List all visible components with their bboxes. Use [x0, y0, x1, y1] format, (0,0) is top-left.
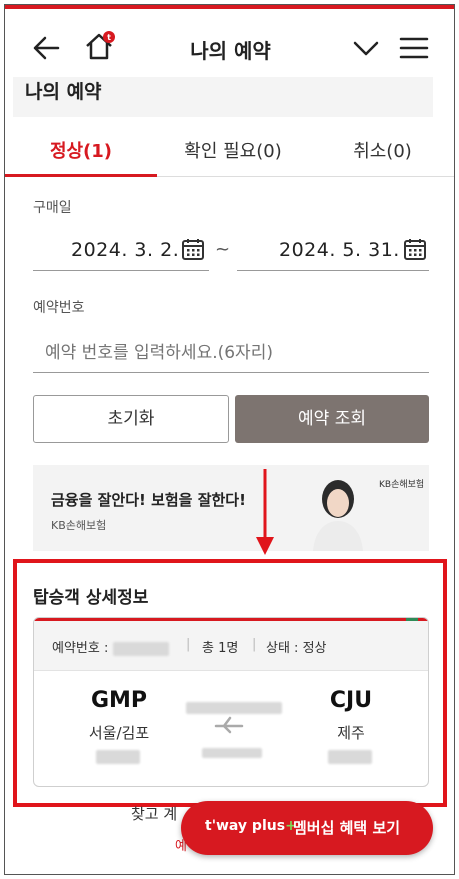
- reservation-number-input[interactable]: [33, 333, 429, 373]
- end-date-field[interactable]: 2024. 5. 31.: [237, 231, 429, 271]
- app-header: t 나의 예약: [5, 15, 454, 77]
- end-date-value: 2024. 5. 31.: [279, 239, 400, 261]
- active-tab-indicator: [5, 174, 157, 177]
- reservation-status: 상태 : 정상: [266, 641, 327, 656]
- ad-banner[interactable]: 금융을 잘안다! 보험을 잘한다! KB손해보험 KB손해보험: [33, 465, 429, 551]
- hamburger-menu-icon[interactable]: [399, 33, 429, 63]
- tway-plus-logo: t'way plus+: [205, 818, 297, 834]
- ad-sponsor: KB손해보험: [51, 519, 107, 532]
- reservation-number-prefix: 예약번호 :: [52, 641, 109, 656]
- reservation-tabs: 정상(1) 확인 필요(0) 취소(0): [5, 123, 454, 177]
- start-date-value: 2024. 3. 2.: [71, 239, 180, 261]
- calendar-icon[interactable]: [181, 237, 205, 261]
- phone-frame: t 나의 예약 나의 예약 정상(1) 확인 필요(0) 취소(0) 구매일 2…: [4, 4, 455, 875]
- footer-hint-text: 찾고 계: [131, 805, 178, 823]
- membership-benefits-label: 멤버십 혜택 보기: [293, 819, 401, 837]
- section-title: 나의 예약: [25, 81, 102, 103]
- passenger-count: 총 1명: [202, 641, 239, 656]
- ad-logo: KB손해보험: [379, 480, 425, 490]
- chevron-down-icon[interactable]: [351, 33, 381, 63]
- reservation-number-label: 예약번호: [33, 300, 85, 316]
- calendar-icon[interactable]: [403, 237, 427, 261]
- search-reservation-button[interactable]: 예약 조회: [235, 395, 429, 443]
- start-date-field[interactable]: 2024. 3. 2.: [33, 231, 209, 271]
- airplane-icon: [214, 716, 244, 734]
- annotation-arrow-icon: [256, 469, 274, 555]
- tab-normal[interactable]: 정상(1): [5, 137, 157, 163]
- blurred-reservation-number: [112, 641, 169, 656]
- blurred-flight-number: [202, 748, 262, 758]
- card-header: 예약번호 : | 총 1명 | 상태 : 정상: [34, 621, 428, 671]
- reservation-number-info: 예약번호 :: [52, 637, 169, 656]
- membership-benefits-button[interactable]: t'way plus+ 멤버십 혜택 보기: [181, 801, 433, 855]
- purchase-date-label: 구매일: [33, 200, 72, 216]
- tab-needs-check[interactable]: 확인 필요(0): [157, 137, 309, 163]
- departure-city: 서울/김포: [88, 724, 150, 742]
- divider: |: [252, 637, 257, 652]
- section-header: 나의 예약: [13, 77, 433, 117]
- arrival-city: 제주: [337, 724, 365, 742]
- reset-button[interactable]: 초기화: [33, 395, 229, 443]
- arrival-code: CJU: [329, 688, 373, 713]
- tab-cancelled[interactable]: 취소(0): [309, 137, 454, 163]
- blurred-departure-time: [96, 750, 140, 764]
- passenger-detail-title: 탑승객 상세정보: [33, 588, 149, 608]
- divider: |: [186, 637, 191, 652]
- ad-title: 금융을 잘안다! 보험을 잘한다!: [51, 491, 246, 509]
- flight-card[interactable]: 예약번호 : | 총 1명 | 상태 : 정상 GMP 서울/김포 CJU 제주: [33, 617, 429, 787]
- date-range-separator: ~: [215, 239, 231, 260]
- ad-model-image: [313, 480, 363, 551]
- blurred-flight-date: [186, 702, 282, 714]
- top-brand-stripe: [5, 5, 454, 9]
- blurred-arrival-time: [328, 750, 372, 764]
- page-title: 나의 예약: [190, 39, 271, 63]
- departure-code: GMP: [90, 688, 148, 713]
